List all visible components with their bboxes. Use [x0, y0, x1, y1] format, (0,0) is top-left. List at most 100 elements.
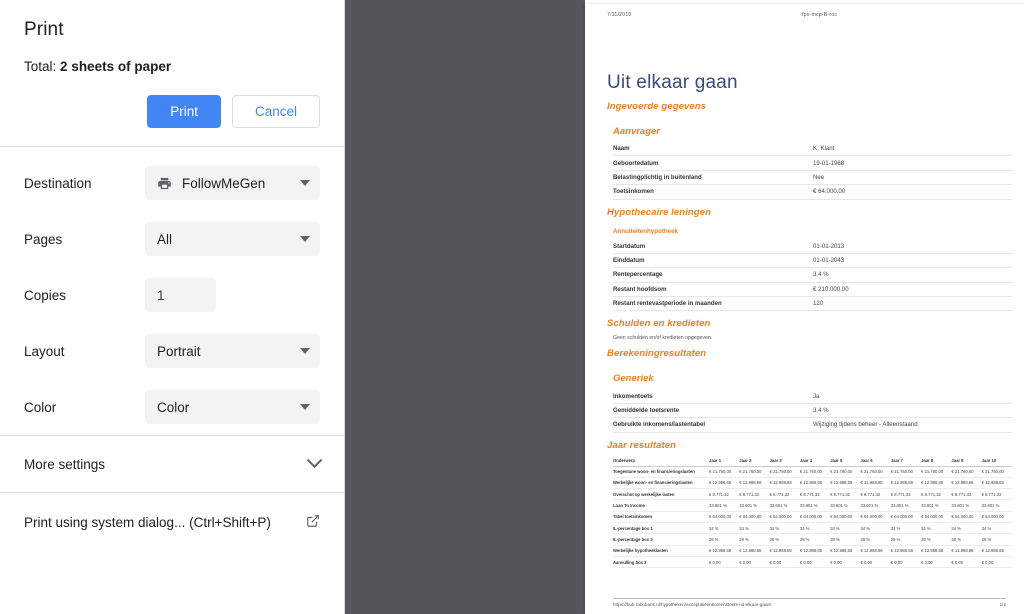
table-row: Werkelijke hypotheeklasten € 12.988,68 € 1…: [613, 545, 1012, 558]
cell-value: 34 %: [799, 522, 831, 535]
table-header-row: Onderwerp Jaar 1 Jaar 2 Jaar 3 Jaar 4 Jaar 5J…: [613, 455, 1012, 467]
cell-value: € 0,00: [951, 556, 982, 569]
row-value: K. Klant: [813, 142, 1012, 157]
system-dialog-label: Print using system dialog... (Ctrl+Shift…: [24, 514, 271, 530]
table-row: IL-percentage box 3 28 % 28 % 28 % 28 % 28 % 2…: [613, 533, 1012, 546]
copies-input[interactable]: [157, 287, 206, 303]
header-doc-id: fpx-mcp-B-roc: [802, 12, 838, 18]
document-preview-page[interactable]: 7/11/2019 fpx-mcp-B-roc Uit elkaar gaan …: [585, 4, 1024, 614]
schulden-note: Geen schulden en/of kredieten opgegeven.: [613, 335, 713, 342]
annuiteiten-table: Startdatum 01-01-2013 Einddatum 01-01-2043 R…: [613, 239, 1012, 312]
layout-select[interactable]: Portrait: [145, 334, 320, 368]
cell-value: € 12.988,68: [860, 477, 891, 490]
cell-value: 28 %: [921, 533, 952, 546]
layout-label: Layout: [24, 343, 65, 359]
print-dialog: Print Total: 2 sheets of paper Print Can…: [0, 0, 345, 614]
color-select[interactable]: Color: [145, 390, 320, 424]
color-value: Color: [157, 399, 190, 415]
row-label: Toetsinkomen: [613, 184, 813, 200]
cell-value: € 8.771,32: [830, 488, 861, 501]
cell-value: € 64.000,00: [709, 511, 740, 524]
column-header: Onderwerp: [613, 455, 709, 467]
cell-value: € 12.988,68: [921, 545, 952, 558]
jaar-table-body: Toegestane woon- en financieringslasten €…: [613, 466, 1012, 569]
copies-field-wrapper[interactable]: [145, 278, 216, 312]
printer-icon: [157, 176, 172, 191]
section-heading-berekeningresultaten: Berekeningresultaten: [607, 348, 707, 360]
more-settings-label: More settings: [24, 456, 106, 472]
cell-value: € 12.988,68: [921, 477, 952, 490]
cell-value: € 12.988,68: [769, 545, 800, 558]
cell-value: € 12.988,68: [981, 545, 1012, 558]
row-label: Belastingplichtig in buitenland: [613, 170, 813, 186]
column-header: Jaar 5: [830, 455, 861, 467]
sheet-total: Total: 2 sheets of paper: [24, 58, 320, 76]
row-label: Werkelijke hypotheeklasten: [613, 545, 709, 558]
print-system-dialog-link[interactable]: Print using system dialog... (Ctrl+Shift…: [0, 493, 344, 551]
cell-value: € 21.760,00: [709, 466, 740, 478]
cell-value: € 8.771,32: [739, 488, 770, 501]
preview-content: 7/11/2019 fpx-mcp-B-roc Uit elkaar gaan …: [585, 4, 1024, 569]
table-row: Inkomentoets Ja: [613, 389, 1012, 404]
table-row: Gemiddelde toetsrente 3,4 %: [613, 403, 1012, 419]
setting-row-pages: Pages All: [0, 211, 344, 267]
chevron-down-icon: [300, 180, 310, 186]
cell-value: € 21.760,00: [921, 466, 952, 478]
pages-select[interactable]: All: [145, 222, 320, 256]
footer-page-number: 1/2: [999, 602, 1006, 607]
cell-value: € 64.000,00: [769, 511, 800, 524]
cell-value: € 21.760,00: [830, 466, 861, 478]
cell-value: 34 %: [981, 522, 1012, 535]
generiek-table: Inkomentoets Ja Gemiddelde toetsrente 3,4 %…: [613, 389, 1012, 433]
column-header: Jaar 9: [951, 455, 982, 467]
subsection-heading-aanvrager: Aanvrager: [613, 126, 660, 137]
layout-value: Portrait: [157, 343, 201, 359]
table-row: Einddatum 01-01-2043: [613, 253, 1012, 269]
column-header: Jaar 6: [860, 455, 891, 467]
cell-value: € 0,00: [709, 556, 740, 569]
preview-backdrop: [345, 0, 585, 614]
row-label: Aanvulling box 3: [613, 556, 709, 569]
cell-value: € 64.000,00: [890, 511, 922, 524]
row-label: Rentepercentage: [613, 267, 813, 283]
section-heading-hypothecaire-leningen: Hypothecaire leningen: [607, 206, 711, 218]
cell-value: € 12.988,68: [799, 545, 831, 558]
cell-value: € 12.988,68: [890, 545, 922, 558]
cell-value: € 64.000,00: [739, 511, 770, 524]
table-row: Tabel toetsinkomen € 64.000,00 € 64.000,00…: [613, 511, 1012, 524]
cell-value: 28 %: [860, 533, 891, 546]
cell-value: 33.601 %: [890, 499, 922, 512]
destination-select[interactable]: FollowMeGen: [145, 166, 320, 200]
row-label: Loan To Income: [613, 499, 709, 512]
row-label: Einddatum: [613, 253, 813, 269]
cell-value: € 0,00: [890, 556, 922, 569]
cell-value: 28 %: [830, 533, 861, 546]
column-header: Jaar 2: [739, 455, 770, 467]
cell-value: 33.601 %: [921, 499, 952, 512]
cell-value: € 64.000,00: [921, 511, 952, 524]
row-label: Toegestane woon- en financieringslasten: [613, 466, 709, 478]
row-label: Restant hoofdsom: [613, 282, 813, 298]
cell-value: € 21.760,00: [951, 466, 982, 478]
cell-value: € 8.771,32: [951, 488, 982, 501]
cell-value: € 12.988,68: [799, 477, 831, 490]
more-settings-toggle[interactable]: More settings: [0, 436, 344, 492]
cell-value: € 0,00: [799, 556, 831, 569]
print-button[interactable]: Print: [147, 95, 221, 128]
table-row: IL-percentage box 1 34 % 34 % 34 % 34 % 34 % 3…: [613, 522, 1012, 535]
cell-value: € 12.988,68: [951, 545, 982, 558]
cell-value: 34 %: [951, 522, 982, 535]
row-value: 01-01-2043: [813, 253, 1012, 269]
aanvrager-table-body: Naam K. Klant Geboortedatum 19-01-1968 Belas…: [613, 142, 1012, 200]
table-row: Toetsinkomen € 64.000,00: [613, 184, 1012, 200]
cancel-button[interactable]: Cancel: [231, 95, 320, 128]
row-value: 19-01-1968: [813, 155, 1012, 171]
cell-value: 33.601 %: [769, 499, 800, 512]
pages-label: Pages: [24, 231, 63, 247]
row-value: Nee: [813, 170, 1012, 186]
row-label: IL-percentage box 3: [613, 533, 709, 546]
row-label: Naam: [613, 142, 813, 157]
setting-row-destination: Destination FollowMeGen: [0, 155, 344, 211]
cell-value: € 0,00: [739, 556, 770, 569]
cell-value: 28 %: [951, 533, 982, 546]
